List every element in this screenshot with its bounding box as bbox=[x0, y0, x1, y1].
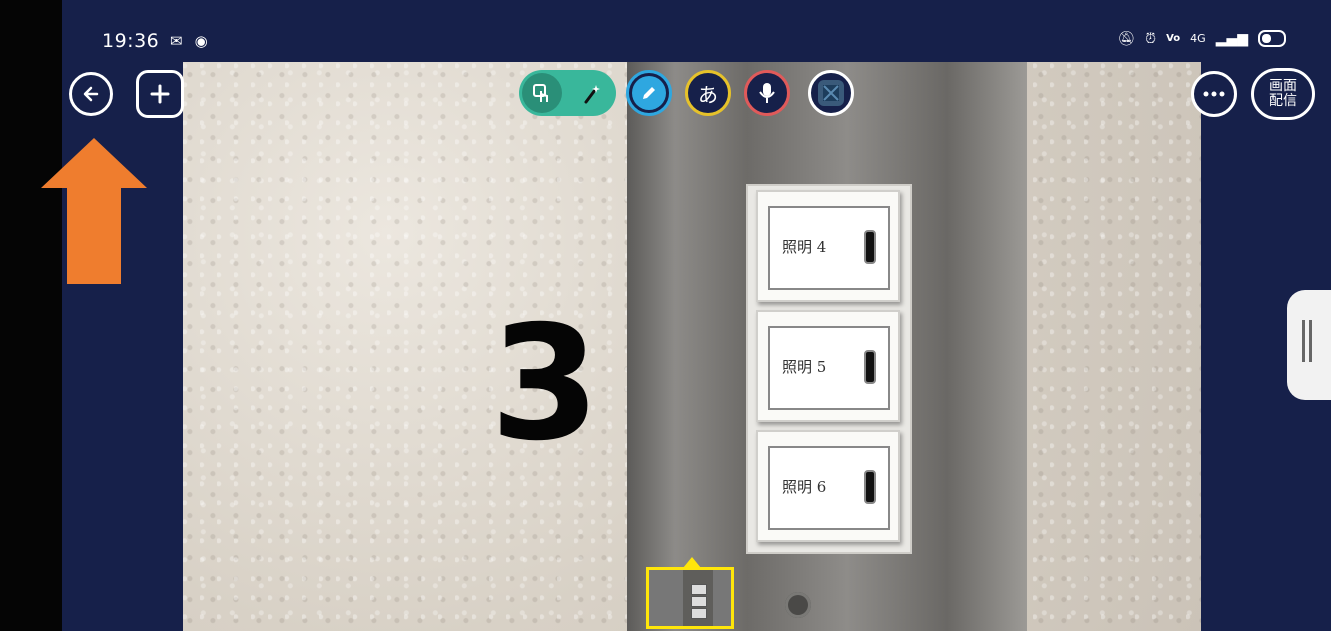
arrow-left-icon bbox=[83, 86, 99, 102]
annotation-arrow-icon bbox=[41, 138, 147, 284]
signal-icon: ▂▄▆ bbox=[1215, 30, 1248, 47]
camera-view[interactable]: 照明 4 照明 5 照明 6 bbox=[183, 62, 1201, 631]
snapshot-thumbnail[interactable] bbox=[646, 567, 734, 629]
network-label: 4G bbox=[1190, 32, 1206, 45]
camera-toggle-button[interactable] bbox=[808, 70, 854, 116]
switch-label: 照明 6 bbox=[782, 478, 827, 496]
plus-icon bbox=[150, 84, 170, 104]
magic-wand-icon bbox=[584, 85, 600, 104]
microphone-icon bbox=[750, 76, 784, 110]
more-button[interactable] bbox=[1191, 71, 1237, 117]
touch-mode-icon bbox=[522, 73, 562, 113]
text-tool-label: あ bbox=[691, 76, 725, 110]
light-switch: 照明 6 bbox=[756, 430, 900, 542]
screen-share-label: 画面 配信 bbox=[1269, 78, 1297, 109]
mic-button[interactable] bbox=[744, 70, 790, 116]
pen-icon bbox=[632, 76, 666, 110]
chrome-icon: ◉ bbox=[194, 32, 208, 50]
pen-tool-button[interactable] bbox=[626, 70, 672, 116]
switch-label: 照明 4 bbox=[782, 238, 827, 256]
device-bezel bbox=[0, 0, 62, 631]
side-panel-handle[interactable] bbox=[1287, 290, 1331, 400]
light-switch: 照明 4 bbox=[756, 190, 900, 302]
battery-icon bbox=[1258, 30, 1286, 47]
volte-icon: Vo bbox=[1166, 33, 1181, 44]
step-number: 3 bbox=[490, 292, 600, 476]
message-icon: ✉ bbox=[170, 32, 183, 50]
text-tool-button[interactable]: あ bbox=[685, 70, 731, 116]
switch-panel: 照明 4 照明 5 照明 6 bbox=[746, 184, 912, 554]
alarm-icon: ⏰︎ bbox=[1145, 30, 1157, 47]
screen-share-button[interactable]: 画面 配信 bbox=[1251, 68, 1315, 120]
back-button[interactable] bbox=[69, 72, 113, 116]
status-time: 19:36 bbox=[102, 30, 160, 52]
switch-label: 照明 5 bbox=[782, 358, 827, 376]
light-switch: 照明 5 bbox=[756, 310, 900, 422]
mute-icon: 🔕︎ bbox=[1117, 30, 1136, 47]
ellipsis-icon bbox=[1203, 91, 1225, 97]
switch-plate: 照明 4 照明 5 照明 6 bbox=[627, 62, 1027, 631]
screw bbox=[785, 592, 811, 618]
status-bar: 19:36 ✉ ◉ 🔕︎ ⏰︎ Vo 4G ▂▄▆ bbox=[62, 22, 1331, 62]
add-button[interactable] bbox=[136, 70, 184, 118]
camera-off-icon bbox=[818, 80, 844, 106]
mode-toggle[interactable] bbox=[519, 70, 616, 116]
